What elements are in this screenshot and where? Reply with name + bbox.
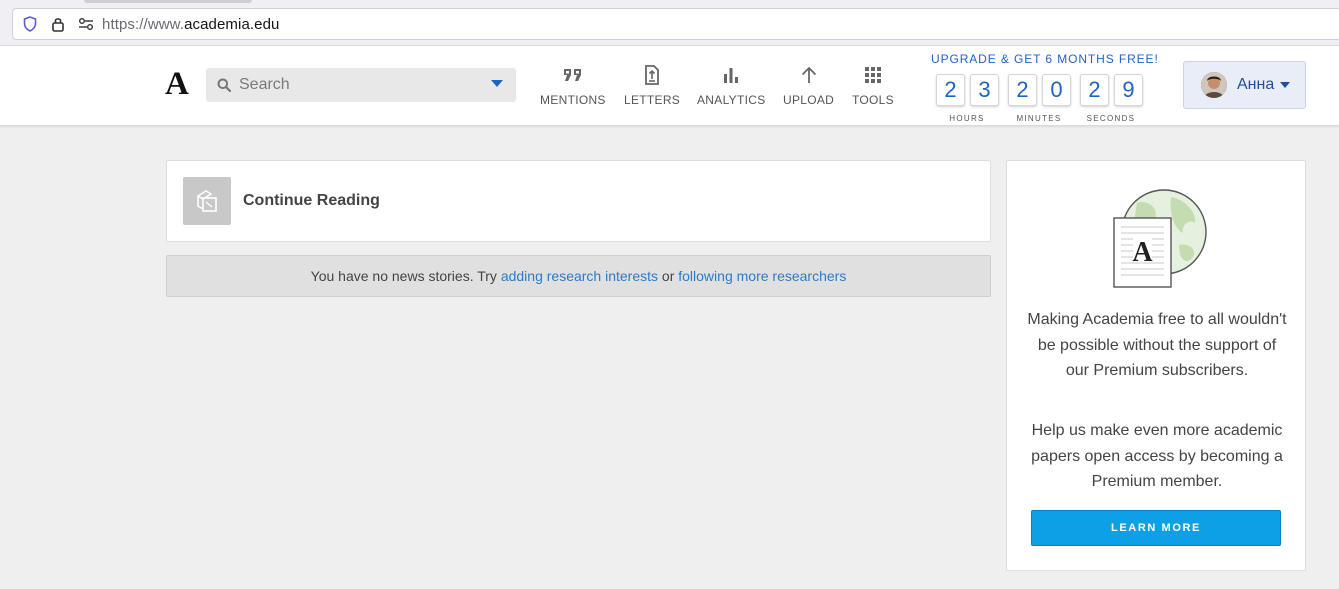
document-icon [644,64,660,86]
site-header: A MENTIONS LETTERS ANALYTICS UPLOAD [0,46,1339,126]
countdown-unit-minutes: MINUTES [1016,114,1062,123]
adding-research-interests-link[interactable]: adding research interests [501,268,658,284]
upgrade-countdown[interactable]: UPGRADE & GET 6 MONTHS FREE! 2 3 2 0 2 9… [931,52,1158,123]
browser-tab-indicator [84,0,252,3]
quote-icon [563,64,583,86]
countdown-digit: 0 [1042,74,1071,106]
upgrade-title[interactable]: UPGRADE & GET 6 MONTHS FREE! [931,52,1158,66]
academia-logo[interactable]: A [165,64,189,104]
nav-upload[interactable]: UPLOAD [783,64,834,107]
url-bar[interactable]: https://www.academia.edu [12,8,1339,40]
search-icon [217,78,231,92]
countdown-unit-seconds: SECONDS [1086,114,1136,123]
search-dropdown-icon[interactable] [491,80,503,87]
countdown-digit: 2 [936,74,965,106]
promo-paragraph-1: Making Academia free to all wouldn't be … [1027,311,1287,379]
grid-icon [864,64,882,86]
url-text[interactable]: https://www.academia.edu [102,16,280,33]
countdown-digit: 2 [1008,74,1037,106]
following-more-researchers-link[interactable]: following more researchers [678,268,846,284]
user-menu-button[interactable]: Анна [1183,61,1306,109]
lock-icon[interactable] [44,8,72,40]
news-empty-message: You have no news stories. Try adding res… [166,255,991,297]
countdown-unit-hours: HOURS [949,114,985,123]
permissions-icon[interactable] [72,8,100,40]
premium-promo-card: A Making Academia free to all wouldn't b… [1006,160,1306,571]
continue-reading-card[interactable]: Continue Reading [166,160,991,242]
nav-mentions-label: MENTIONS [540,93,606,107]
url-domain: academia.edu [184,15,280,33]
copy-documents-icon [183,177,231,225]
chevron-down-icon [1280,82,1291,88]
shield-icon[interactable] [16,8,44,40]
illustration-letter: A [1132,237,1153,268]
arrow-up-icon [800,64,818,86]
nav-mentions[interactable]: MENTIONS [540,64,606,107]
bar-chart-icon [722,64,740,86]
continue-reading-title[interactable]: Continue Reading [243,192,380,210]
countdown-digit: 9 [1114,74,1143,106]
countdown-digit: 3 [970,74,999,106]
search-input[interactable] [239,76,479,94]
nav-letters-label: LETTERS [624,93,681,107]
browser-toolbar: https://www.academia.edu [0,0,1339,46]
user-name: Анна [1237,76,1275,93]
countdown-digits: 2 3 2 0 2 9 [931,74,1149,108]
academia-globe-illustration: A [1113,189,1207,288]
url-prefix: https://www. [102,15,185,33]
nav-tools-label: TOOLS [852,93,894,107]
nav-tools[interactable]: TOOLS [852,64,894,107]
promo-paragraph-2: Help us make even more academic papers o… [1031,422,1283,490]
nav-letters[interactable]: LETTERS [624,64,680,107]
nav-analytics[interactable]: ANALYTICS [697,64,766,107]
avatar [1201,72,1227,98]
news-text-mid: or [658,268,679,284]
news-text-before: You have no news stories. Try [310,268,501,284]
search-box[interactable] [206,68,516,102]
nav-analytics-label: ANALYTICS [697,93,766,107]
countdown-digit: 2 [1080,74,1109,106]
learn-more-button[interactable]: LEARN MORE [1031,510,1281,546]
nav-upload-label: UPLOAD [783,93,835,107]
